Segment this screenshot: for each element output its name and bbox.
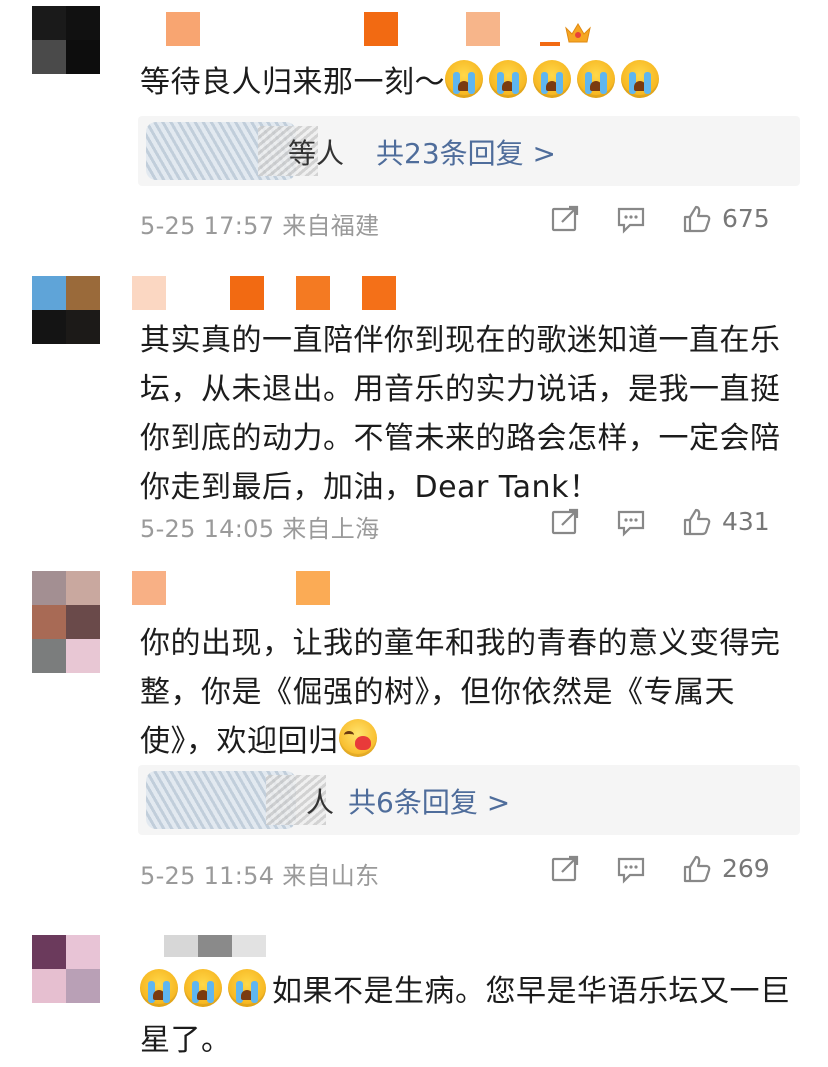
avatar[interactable] [32, 276, 100, 344]
comment-1: 等待良人归来那一刻～ 等人 共23条回复 > 5-25 17:57 来自福建 6… [0, 0, 828, 250]
repost-icon[interactable] [550, 854, 580, 884]
comment-meta: 5-25 11:54 来自山东 [140, 862, 380, 890]
comment-text: 其实真的一直陪伴你到现在的歌迷知道一直在乐坛，从未退出。用音乐的实力说话，是我一… [140, 316, 800, 512]
comment-icon[interactable] [616, 854, 646, 884]
like-count: 675 [722, 204, 770, 233]
comment-icon[interactable] [616, 507, 646, 537]
comment-actions: 269 [550, 854, 800, 890]
replies-preview[interactable]: 等人 共23条回复 > [138, 116, 800, 186]
avatar[interactable] [32, 571, 100, 673]
replies-suffix: 人 [306, 786, 335, 819]
kiss-face-icon [338, 719, 377, 757]
thumbs-up-icon[interactable] [682, 204, 712, 234]
comment-icon[interactable] [616, 204, 646, 234]
crying-face-icon [184, 969, 222, 1007]
crying-face-icon [228, 969, 266, 1007]
username-redacted[interactable] [140, 935, 340, 957]
comment-text: 等待良人归来那一刻～ [140, 58, 800, 107]
username-redacted[interactable] [132, 276, 402, 310]
crying-face-icon [489, 60, 527, 98]
replies-preview[interactable]: 人 共6条回复 > [138, 765, 800, 835]
view-replies-link[interactable]: 共6条回复 > [348, 781, 510, 821]
avatar[interactable] [32, 935, 100, 1003]
comment-4: 如果不是生病。您早是华语乐坛又一巨星了。 [0, 905, 828, 1067]
like-count: 431 [722, 507, 770, 536]
repost-icon[interactable] [550, 204, 580, 234]
comment-text: 如果不是生病。您早是华语乐坛又一巨星了。 [140, 967, 800, 1065]
comment-text-content: 其实真的一直陪伴你到现在的歌迷知道一直在乐坛，从未退出。用音乐的实力说话，是我一… [140, 323, 781, 505]
crying-face-icon [140, 969, 178, 1007]
comment-text: 你的出现，让我的童年和我的青春的意义变得完整，你是《倔强的树》，但你依然是《专属… [140, 619, 800, 766]
comment-actions: 431 [550, 507, 800, 543]
crying-face-icon [621, 60, 659, 98]
comment-text-content: 你的出现，让我的童年和我的青春的意义变得完整，你是《倔强的树》，但你依然是《专属… [140, 626, 781, 759]
username-redacted[interactable] [166, 12, 566, 46]
username-redacted[interactable] [132, 571, 332, 605]
comment-2: 其实真的一直陪伴你到现在的歌迷知道一直在乐坛，从未退出。用音乐的实力说话，是我一… [0, 250, 828, 555]
repost-icon[interactable] [550, 507, 580, 537]
thumbs-up-icon[interactable] [682, 507, 712, 537]
view-replies-link[interactable]: 共23条回复 > [376, 132, 556, 172]
comment-meta: 5-25 17:57 来自福建 [140, 212, 380, 240]
crying-face-icon [577, 60, 615, 98]
replies-suffix: 等人 [288, 137, 345, 170]
thumbs-up-icon[interactable] [682, 854, 712, 884]
comment-3: 你的出现，让我的童年和我的青春的意义变得完整，你是《倔强的树》，但你依然是《专属… [0, 555, 828, 905]
crown-icon [565, 23, 591, 43]
comment-actions: 675 [550, 204, 800, 240]
comment-text-content: 等待良人归来那一刻～ [140, 65, 445, 100]
avatar[interactable] [32, 6, 100, 74]
like-count: 269 [722, 854, 770, 883]
crying-face-icon [445, 60, 483, 98]
comment-meta: 5-25 14:05 来自上海 [140, 515, 380, 543]
crying-face-icon [533, 60, 571, 98]
